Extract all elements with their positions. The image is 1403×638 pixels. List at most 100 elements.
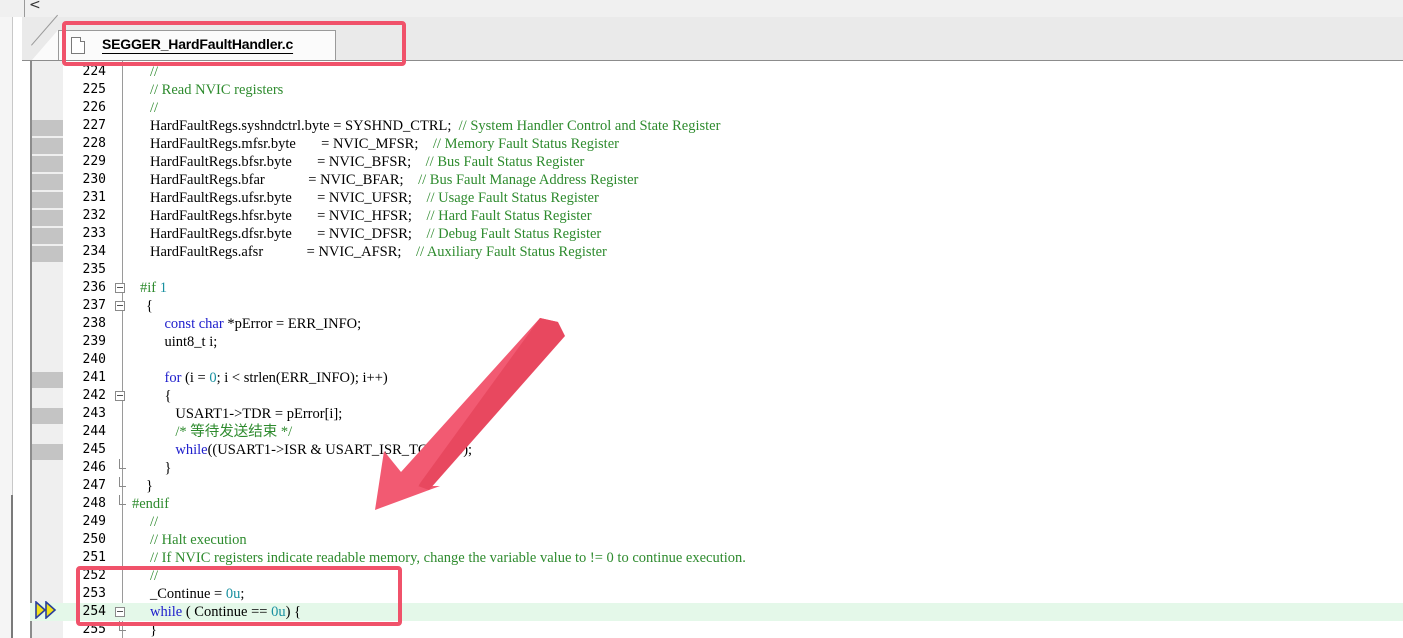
- fold-toggle-icon[interactable]: [115, 283, 125, 293]
- code-line[interactable]: 229 HardFaultRegs.bfsr.byte = NVIC_BFSR; …: [30, 153, 1403, 171]
- code-token: // Usage Fault Status Register: [426, 190, 599, 206]
- left-panel-edge: [0, 17, 13, 638]
- line-number: 225: [82, 82, 106, 97]
- code-text: {: [150, 387, 172, 405]
- code-token: HardFaultRegs.dfsr.byte = NVIC_DFSR;: [150, 226, 427, 242]
- code-text: HardFaultRegs.bfar = NVIC_BFAR; // Bus F…: [150, 171, 638, 189]
- code-token: while: [175, 442, 208, 458]
- code-line[interactable]: 248 #endif: [30, 495, 1403, 513]
- code-text: HardFaultRegs.bfsr.byte = NVIC_BFSR; // …: [150, 153, 584, 171]
- line-number: 245: [82, 442, 106, 457]
- code-token: // Halt execution: [150, 532, 247, 548]
- code-line[interactable]: 244 /* 等待发送结束 */: [30, 423, 1403, 441]
- code-line[interactable]: 246 }: [30, 459, 1403, 477]
- code-token: HardFaultRegs.mfsr.byte = NVIC_MFSR;: [150, 136, 433, 152]
- left-panel-splitter[interactable]: [11, 495, 13, 638]
- code-line[interactable]: 250 // Halt execution: [30, 531, 1403, 549]
- code-text: HardFaultRegs.afsr = NVIC_AFSR; // Auxil…: [150, 243, 607, 261]
- code-line[interactable]: 233 HardFaultRegs.dfsr.byte = NVIC_DFSR; …: [30, 225, 1403, 243]
- code-text: HardFaultRegs.hfsr.byte = NVIC_HFSR; // …: [150, 207, 592, 225]
- code-line[interactable]: 236 #if 1: [30, 279, 1403, 297]
- code-line[interactable]: 232 HardFaultRegs.hfsr.byte = NVIC_HFSR; …: [30, 207, 1403, 225]
- code-text: HardFaultRegs.mfsr.byte = NVIC_MFSR; // …: [150, 135, 619, 153]
- code-token: // Memory Fault Status Register: [432, 136, 619, 152]
- code-line[interactable]: 240: [30, 351, 1403, 369]
- code-line[interactable]: 234 HardFaultRegs.afsr = NVIC_AFSR; // Au…: [30, 243, 1403, 261]
- code-token: {: [146, 298, 153, 314]
- line-number: 238: [82, 316, 106, 331]
- code-token: HardFaultRegs.bfar = NVIC_BFAR;: [150, 172, 419, 188]
- code-text: while((USART1->ISR & USART_ISR_TC) == 0)…: [150, 441, 472, 459]
- code-line[interactable]: 239 uint8_t i;: [30, 333, 1403, 351]
- code-line[interactable]: 228 HardFaultRegs.mfsr.byte = NVIC_MFSR; …: [30, 135, 1403, 153]
- code-token: *pError = ERR_INFO;: [223, 316, 362, 332]
- code-token: #endif: [132, 496, 170, 512]
- line-number: 247: [82, 478, 106, 493]
- code-text: // Read NVIC registers: [150, 81, 283, 99]
- fold-end-marker: [119, 477, 126, 487]
- scroll-left-icon[interactable]: <: [29, 0, 41, 13]
- code-line[interactable]: 247}: [30, 477, 1403, 495]
- code-token: // Bus Fault Status Register: [425, 154, 585, 170]
- line-number: 240: [82, 352, 106, 367]
- line-number: 250: [82, 532, 106, 547]
- code-line[interactable]: 238 const char *pError = ERR_INFO;: [30, 315, 1403, 333]
- code-token: const char: [164, 316, 224, 332]
- code-line[interactable]: 251 // If NVIC registers indicate readabl…: [30, 549, 1403, 567]
- code-line[interactable]: 231 HardFaultRegs.ufsr.byte = NVIC_UFSR; …: [30, 189, 1403, 207]
- execution-pointer-icon: [35, 601, 57, 619]
- code-line[interactable]: 226 //: [30, 99, 1403, 117]
- code-line[interactable]: 227 HardFaultRegs.syshndctrl.byte = SYSHN…: [30, 117, 1403, 135]
- line-number: 228: [82, 136, 106, 151]
- code-token: // Read NVIC registers: [150, 82, 284, 98]
- tab-highlight-box: [62, 21, 406, 66]
- code-token: #if: [140, 280, 160, 296]
- line-number: 232: [82, 208, 106, 223]
- code-token: //: [150, 100, 159, 116]
- line-number: 226: [82, 100, 106, 115]
- code-line[interactable]: 237 {: [30, 297, 1403, 315]
- line-number: 242: [82, 388, 106, 403]
- code-token: }: [150, 460, 172, 476]
- code-token: HardFaultRegs.hfsr.byte = NVIC_HFSR;: [150, 208, 427, 224]
- code-highlight-box: [76, 566, 402, 626]
- line-number: 233: [82, 226, 106, 241]
- fold-end-marker: [119, 495, 126, 505]
- code-token: );: [463, 442, 473, 458]
- code-line[interactable]: 243 USART1->TDR = pError[i];: [30, 405, 1403, 423]
- line-number: 231: [82, 190, 106, 205]
- fold-toggle-icon[interactable]: [115, 391, 125, 401]
- code-token: }: [146, 478, 153, 494]
- code-line[interactable]: 230 HardFaultRegs.bfar = NVIC_BFAR; // Bu…: [30, 171, 1403, 189]
- code-editor[interactable]: 224//225// Read NVIC registers 226//227 Ha…: [30, 61, 1403, 638]
- tab-slant-edge: [32, 30, 58, 60]
- line-number: 235: [82, 262, 106, 277]
- code-text: HardFaultRegs.dfsr.byte = NVIC_DFSR; // …: [150, 225, 601, 243]
- code-line[interactable]: 249 //: [30, 513, 1403, 531]
- code-line[interactable]: 241 for (i = 0; i < strlen(ERR_INFO); i+…: [30, 369, 1403, 387]
- code-token: HardFaultRegs.syshndctrl.byte = SYSHND_C…: [150, 118, 459, 134]
- toolbar-divider: [24, 0, 25, 17]
- code-text: //: [150, 513, 158, 531]
- code-token: /* 等待发送结束 */: [175, 424, 293, 440]
- line-number: 230: [82, 172, 106, 187]
- fold-toggle-icon[interactable]: [115, 301, 125, 311]
- code-line[interactable]: 245 while((USART1->ISR & USART_ISR_TC) =…: [30, 441, 1403, 459]
- top-toolbar: <: [0, 0, 1403, 17]
- line-number: 239: [82, 334, 106, 349]
- code-line[interactable]: 235: [30, 261, 1403, 279]
- code-token: {: [150, 388, 172, 404]
- line-number: 248: [82, 496, 106, 511]
- code-line[interactable]: 242 {: [30, 387, 1403, 405]
- code-token: // Bus Fault Manage Address Register: [418, 172, 639, 188]
- code-line[interactable]: 225 // Read NVIC registers: [30, 81, 1403, 99]
- code-token: HardFaultRegs.bfsr.byte = NVIC_BFSR;: [150, 154, 426, 170]
- line-number: 229: [82, 154, 106, 169]
- line-number: 243: [82, 406, 106, 421]
- code-token: 1: [159, 280, 167, 296]
- code-token: // Hard Fault Status Register: [426, 208, 592, 224]
- code-text: uint8_t i;: [150, 333, 218, 351]
- code-text: HardFaultRegs.syshndctrl.byte = SYSHND_C…: [150, 117, 720, 135]
